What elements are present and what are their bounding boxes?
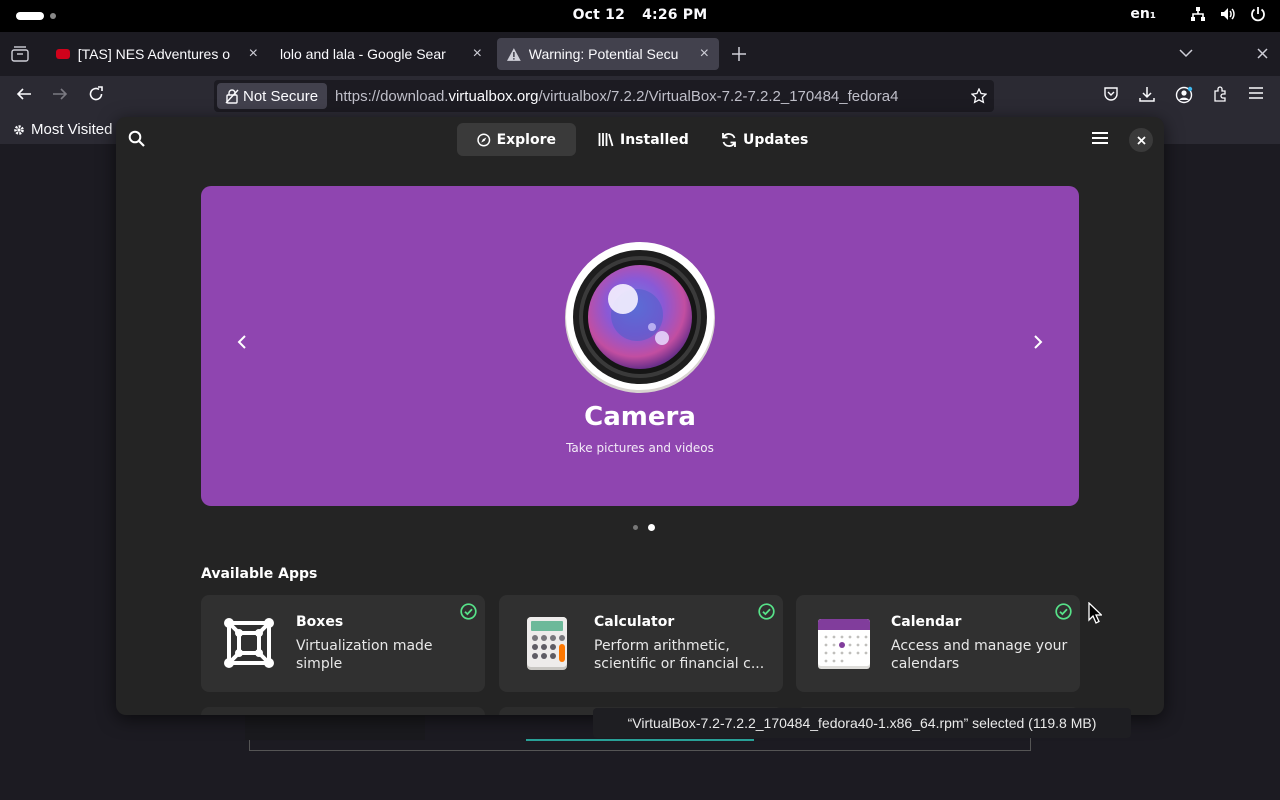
software-header-bar: Explore Installed Updates bbox=[116, 117, 1164, 161]
app-card-calendar[interactable]: Calendar Access and manage your calendar… bbox=[796, 595, 1080, 692]
tab-installed[interactable]: Installed bbox=[578, 123, 709, 156]
reload-icon[interactable] bbox=[88, 86, 104, 102]
app-menu-icon[interactable] bbox=[1249, 86, 1263, 100]
clock[interactable]: Oct 12 4:26 PM bbox=[0, 7, 1280, 23]
carousel-previous-icon[interactable] bbox=[237, 334, 247, 350]
keyboard-layout-indicator[interactable]: en₁ bbox=[1130, 6, 1156, 22]
list-all-tabs-icon[interactable] bbox=[1179, 49, 1193, 58]
carousel-dot[interactable] bbox=[633, 525, 638, 530]
close-window-icon[interactable] bbox=[1257, 48, 1268, 59]
tab-explore-label: Explore bbox=[496, 131, 556, 148]
calendar-icon bbox=[818, 619, 870, 669]
address-bar[interactable]: Not Secure https://download.virtualbox.o… bbox=[214, 80, 994, 112]
app-name: Calculator bbox=[594, 614, 675, 630]
app-description: Perform arithmetic, scientific or financ… bbox=[594, 638, 765, 672]
boxes-icon bbox=[224, 618, 274, 668]
camera-app-icon bbox=[565, 242, 715, 393]
installed-check-icon bbox=[758, 603, 775, 620]
carousel-next-icon[interactable] bbox=[1033, 334, 1043, 350]
clock-date: Oct 12 bbox=[572, 7, 626, 23]
tab-google-search[interactable]: lolo and lala - Google Sear × bbox=[270, 38, 492, 70]
download-dialog-focus-line bbox=[526, 739, 754, 741]
browser-toolbar: Not Secure https://download.virtualbox.o… bbox=[0, 76, 1280, 116]
featured-app-title: Camera bbox=[584, 402, 696, 432]
tab-title: lolo and lala - Google Sear bbox=[280, 46, 446, 62]
downloads-icon[interactable] bbox=[1139, 86, 1155, 102]
volume-icon bbox=[1221, 8, 1235, 20]
gear-icon bbox=[14, 124, 24, 135]
tab-explore[interactable]: Explore bbox=[457, 123, 576, 156]
youtube-icon bbox=[56, 49, 70, 59]
app-name: Boxes bbox=[296, 614, 344, 630]
warning-icon bbox=[507, 47, 521, 61]
carousel-dot-active[interactable] bbox=[648, 524, 655, 531]
bookmark-label: Most Visited bbox=[31, 121, 113, 138]
calculator-icon bbox=[527, 617, 567, 670]
tab-title: Warning: Potential Secu bbox=[528, 46, 679, 62]
gnome-top-bar: Oct 12 4:26 PM en₁ bbox=[0, 0, 1280, 32]
library-icon bbox=[598, 133, 614, 147]
url-path: /virtualbox/7.2.2/VirtualBox-7.2-7.2.2_1… bbox=[538, 87, 899, 105]
insecure-lock-icon bbox=[225, 89, 239, 104]
software-app-window: Explore Installed Updates Camera Take pi… bbox=[116, 117, 1164, 715]
new-tab-icon[interactable] bbox=[732, 47, 746, 61]
close-tab-icon[interactable]: × bbox=[473, 45, 482, 63]
tab-updates[interactable]: Updates bbox=[701, 123, 828, 156]
tab-security-warning[interactable]: Warning: Potential Secu × bbox=[497, 38, 719, 70]
featured-app-subtitle: Take pictures and videos bbox=[566, 441, 714, 455]
refresh-icon bbox=[722, 132, 736, 147]
app-card-partial[interactable] bbox=[201, 707, 485, 715]
search-icon[interactable] bbox=[128, 130, 145, 147]
account-icon[interactable] bbox=[1175, 86, 1193, 104]
not-secure-label: Not Secure bbox=[243, 87, 319, 105]
tab-updates-label: Updates bbox=[743, 131, 809, 148]
browser-tab-strip: [TAS] NES Adventures o × lolo and lala -… bbox=[0, 32, 1280, 76]
featured-carousel[interactable]: Camera Take pictures and videos bbox=[201, 186, 1079, 506]
file-selected-status: “VirtualBox-7.2-7.2.2_170484_fedora40-1.… bbox=[593, 708, 1131, 738]
app-card-boxes[interactable]: Boxes Virtualization made simple bbox=[201, 595, 485, 692]
available-apps-heading: Available Apps bbox=[201, 566, 318, 582]
extensions-icon[interactable] bbox=[1212, 86, 1228, 102]
pocket-icon[interactable] bbox=[1103, 86, 1119, 102]
url-text[interactable]: https://download.virtualbox.org/virtualb… bbox=[335, 88, 947, 105]
url-prefix: https://download. bbox=[335, 87, 449, 105]
tab-nes-adventures[interactable]: [TAS] NES Adventures o × bbox=[46, 38, 268, 70]
app-name: Calendar bbox=[891, 614, 962, 630]
network-wired-icon bbox=[1191, 7, 1205, 21]
tab-installed-label: Installed bbox=[620, 131, 689, 148]
hamburger-menu-icon[interactable] bbox=[1092, 131, 1108, 145]
system-menu[interactable]: en₁ bbox=[1130, 6, 1266, 22]
app-description: Virtualization made simple bbox=[296, 638, 433, 672]
mouse-pointer-icon bbox=[1088, 602, 1102, 624]
close-tab-icon[interactable]: × bbox=[700, 45, 709, 63]
bookmark-star-icon[interactable] bbox=[971, 88, 987, 104]
close-button[interactable] bbox=[1129, 128, 1153, 152]
firefox-view-icon[interactable] bbox=[11, 46, 29, 62]
bookmark-most-visited[interactable]: Most Visited bbox=[12, 121, 112, 138]
carousel-page-indicator bbox=[633, 524, 655, 531]
app-description: Access and manage your calendars bbox=[891, 638, 1068, 672]
back-icon[interactable] bbox=[16, 86, 32, 102]
power-icon bbox=[1251, 7, 1265, 22]
app-card-calculator[interactable]: Calculator Perform arithmetic, scientifi… bbox=[499, 595, 783, 692]
clock-time: 4:26 PM bbox=[642, 7, 708, 23]
installed-check-icon bbox=[1055, 603, 1072, 620]
site-security-indicator[interactable]: Not Secure bbox=[217, 83, 328, 109]
compass-icon bbox=[477, 133, 491, 146]
close-tab-icon[interactable]: × bbox=[249, 45, 258, 63]
installed-check-icon bbox=[460, 603, 477, 620]
url-domain: virtualbox.org bbox=[448, 87, 539, 105]
forward-icon[interactable] bbox=[52, 86, 68, 102]
close-icon bbox=[1136, 135, 1146, 145]
tab-title: [TAS] NES Adventures o bbox=[77, 46, 231, 62]
